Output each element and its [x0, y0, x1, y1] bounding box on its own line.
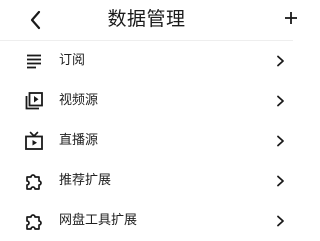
add-button[interactable] — [283, 6, 297, 30]
extension-icon — [24, 211, 44, 231]
app-header: 数据管理 — [0, 0, 297, 40]
chevron-right-icon — [274, 94, 286, 108]
chevron-right-icon — [274, 54, 286, 68]
menu-item-label: 订阅 — [59, 53, 86, 68]
menu-item-subscription[interactable]: 订阅 — [0, 41, 293, 81]
menu-item-video-source[interactable]: 视频源 — [0, 81, 293, 121]
live-tv-icon — [24, 131, 44, 151]
menu-item-live-source[interactable]: 直播源 — [0, 121, 293, 161]
menu-item-label: 推荐扩展 — [59, 173, 112, 188]
menu-item-label: 视频源 — [59, 93, 99, 108]
list-lines-icon — [24, 51, 44, 71]
menu-item-label: 直播源 — [59, 133, 99, 148]
chevron-right-icon — [274, 174, 286, 188]
add-icon — [285, 12, 297, 24]
page-title: 数据管理 — [107, 8, 186, 30]
menu-item-recommended-extensions[interactable]: 推荐扩展 — [0, 161, 293, 201]
settings-list: 订阅 视频源 直播源 推荐扩展 网盘工具扩展 — [0, 41, 293, 241]
extension-icon — [24, 171, 44, 191]
video-library-icon — [24, 91, 44, 111]
menu-item-cloud-tool-extensions[interactable]: 网盘工具扩展 — [0, 201, 293, 241]
menu-item-label: 网盘工具扩展 — [59, 213, 138, 228]
chevron-right-icon — [274, 134, 286, 148]
chevron-right-icon — [274, 214, 286, 228]
